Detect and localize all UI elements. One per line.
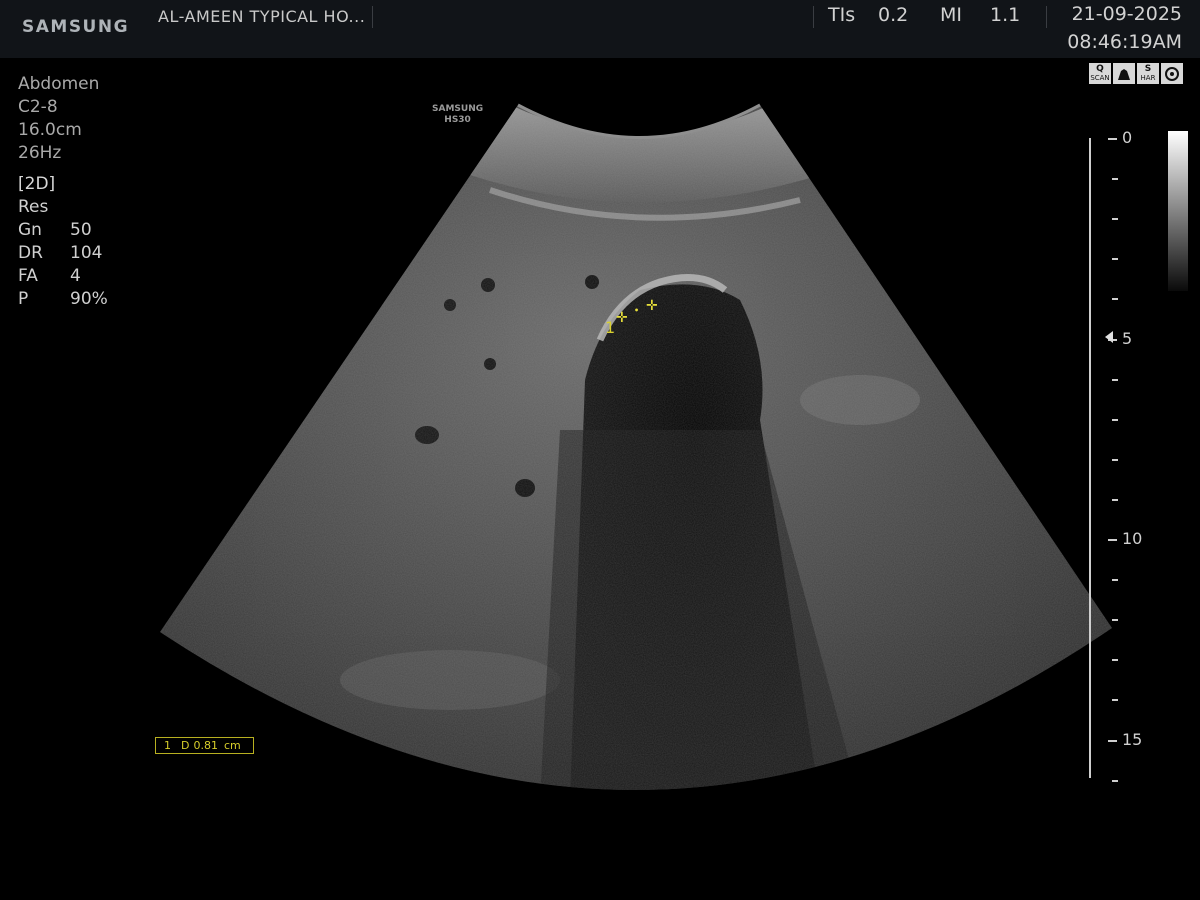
depth-label: 10 bbox=[1122, 529, 1143, 548]
depth-major-tick bbox=[1108, 138, 1117, 140]
settings-icon[interactable] bbox=[1161, 63, 1183, 84]
exam-date: 21-09-2025 bbox=[1071, 3, 1182, 25]
device-watermark: SAMSUNG HS30 bbox=[432, 104, 484, 125]
caliper-start-marker[interactable]: ✛ bbox=[616, 310, 628, 326]
tis-value: 0.2 bbox=[878, 4, 909, 26]
parameter-panel: Abdomen C2-8 16.0cm 26Hz [2D] Res Gn 50 D… bbox=[18, 73, 108, 311]
probe-icon[interactable] bbox=[1113, 63, 1135, 84]
depth-minor-tick bbox=[1112, 699, 1118, 702]
tis-label: TIs bbox=[828, 4, 856, 26]
depth-minor-tick bbox=[1112, 418, 1118, 421]
depth-minor-tick bbox=[1112, 178, 1118, 181]
depth-label: 15 bbox=[1122, 729, 1143, 749]
depth-minor-tick bbox=[1112, 579, 1118, 582]
caliper-end-marker[interactable]: ✛ bbox=[646, 298, 658, 314]
status-icons: Q SCAN S HAR bbox=[1089, 63, 1183, 84]
mode-label: [2D] bbox=[18, 174, 56, 194]
depth-minor-tick bbox=[1112, 498, 1118, 501]
brand-logo: SAMSUNG bbox=[22, 17, 130, 37]
divider bbox=[1046, 6, 1047, 28]
harmonic-icon[interactable]: S HAR bbox=[1137, 63, 1159, 84]
mi-value: 1.1 bbox=[990, 4, 1021, 26]
depth-minor-tick bbox=[1112, 298, 1118, 301]
depth-scale-bar bbox=[1089, 138, 1091, 778]
frame-rate-label: 26Hz bbox=[18, 143, 62, 163]
grayscale-bar bbox=[1168, 131, 1188, 291]
ultrasound-image bbox=[160, 103, 1112, 791]
depth-label: 16.0cm bbox=[18, 120, 82, 140]
depth-minor-tick bbox=[1112, 218, 1118, 221]
frame-average-row: FA 4 bbox=[18, 266, 81, 286]
dynamic-range-row: DR 104 bbox=[18, 243, 103, 263]
divider bbox=[813, 6, 814, 28]
measurement-unit: cm bbox=[223, 739, 241, 752]
measurement-result: 1 D 0.81 cm bbox=[155, 737, 254, 754]
hospital-name: AL-AMEEN TYPICAL HO... bbox=[158, 7, 366, 26]
header-bar: SAMSUNG AL-AMEEN TYPICAL HO... TIs 0.2 M… bbox=[0, 0, 1200, 58]
depth-minor-tick bbox=[1112, 378, 1118, 381]
depth-major-tick bbox=[1108, 739, 1117, 742]
caliper-dot: • bbox=[634, 306, 640, 315]
focus-marker-icon[interactable] bbox=[1105, 331, 1113, 343]
depth-minor-tick bbox=[1112, 458, 1118, 461]
gain-row: Gn 50 bbox=[18, 220, 92, 240]
depth-minor-tick bbox=[1112, 258, 1118, 261]
mi-label: MI bbox=[940, 4, 962, 26]
measurement-type: D bbox=[181, 739, 190, 752]
probe-label: C2-8 bbox=[18, 97, 58, 117]
res-label: Res bbox=[18, 197, 49, 217]
depth-label: 0 bbox=[1122, 128, 1133, 147]
divider bbox=[372, 6, 373, 28]
measurement-value: 0.81 bbox=[193, 739, 218, 752]
exam-time: 08:46:19AM bbox=[1067, 31, 1182, 53]
power-row: P 90% bbox=[18, 289, 108, 309]
depth-major-tick bbox=[1108, 539, 1117, 541]
depth-minor-tick bbox=[1112, 619, 1118, 622]
depth-minor-tick bbox=[1112, 659, 1118, 662]
qscan-icon[interactable]: Q SCAN bbox=[1089, 63, 1111, 84]
depth-label: 5 bbox=[1122, 328, 1133, 348]
caliper-number: 1 bbox=[605, 318, 616, 337]
preset-label: Abdomen bbox=[18, 74, 100, 94]
measurement-index: 1 bbox=[164, 739, 171, 752]
depth-minor-tick bbox=[1112, 779, 1118, 782]
